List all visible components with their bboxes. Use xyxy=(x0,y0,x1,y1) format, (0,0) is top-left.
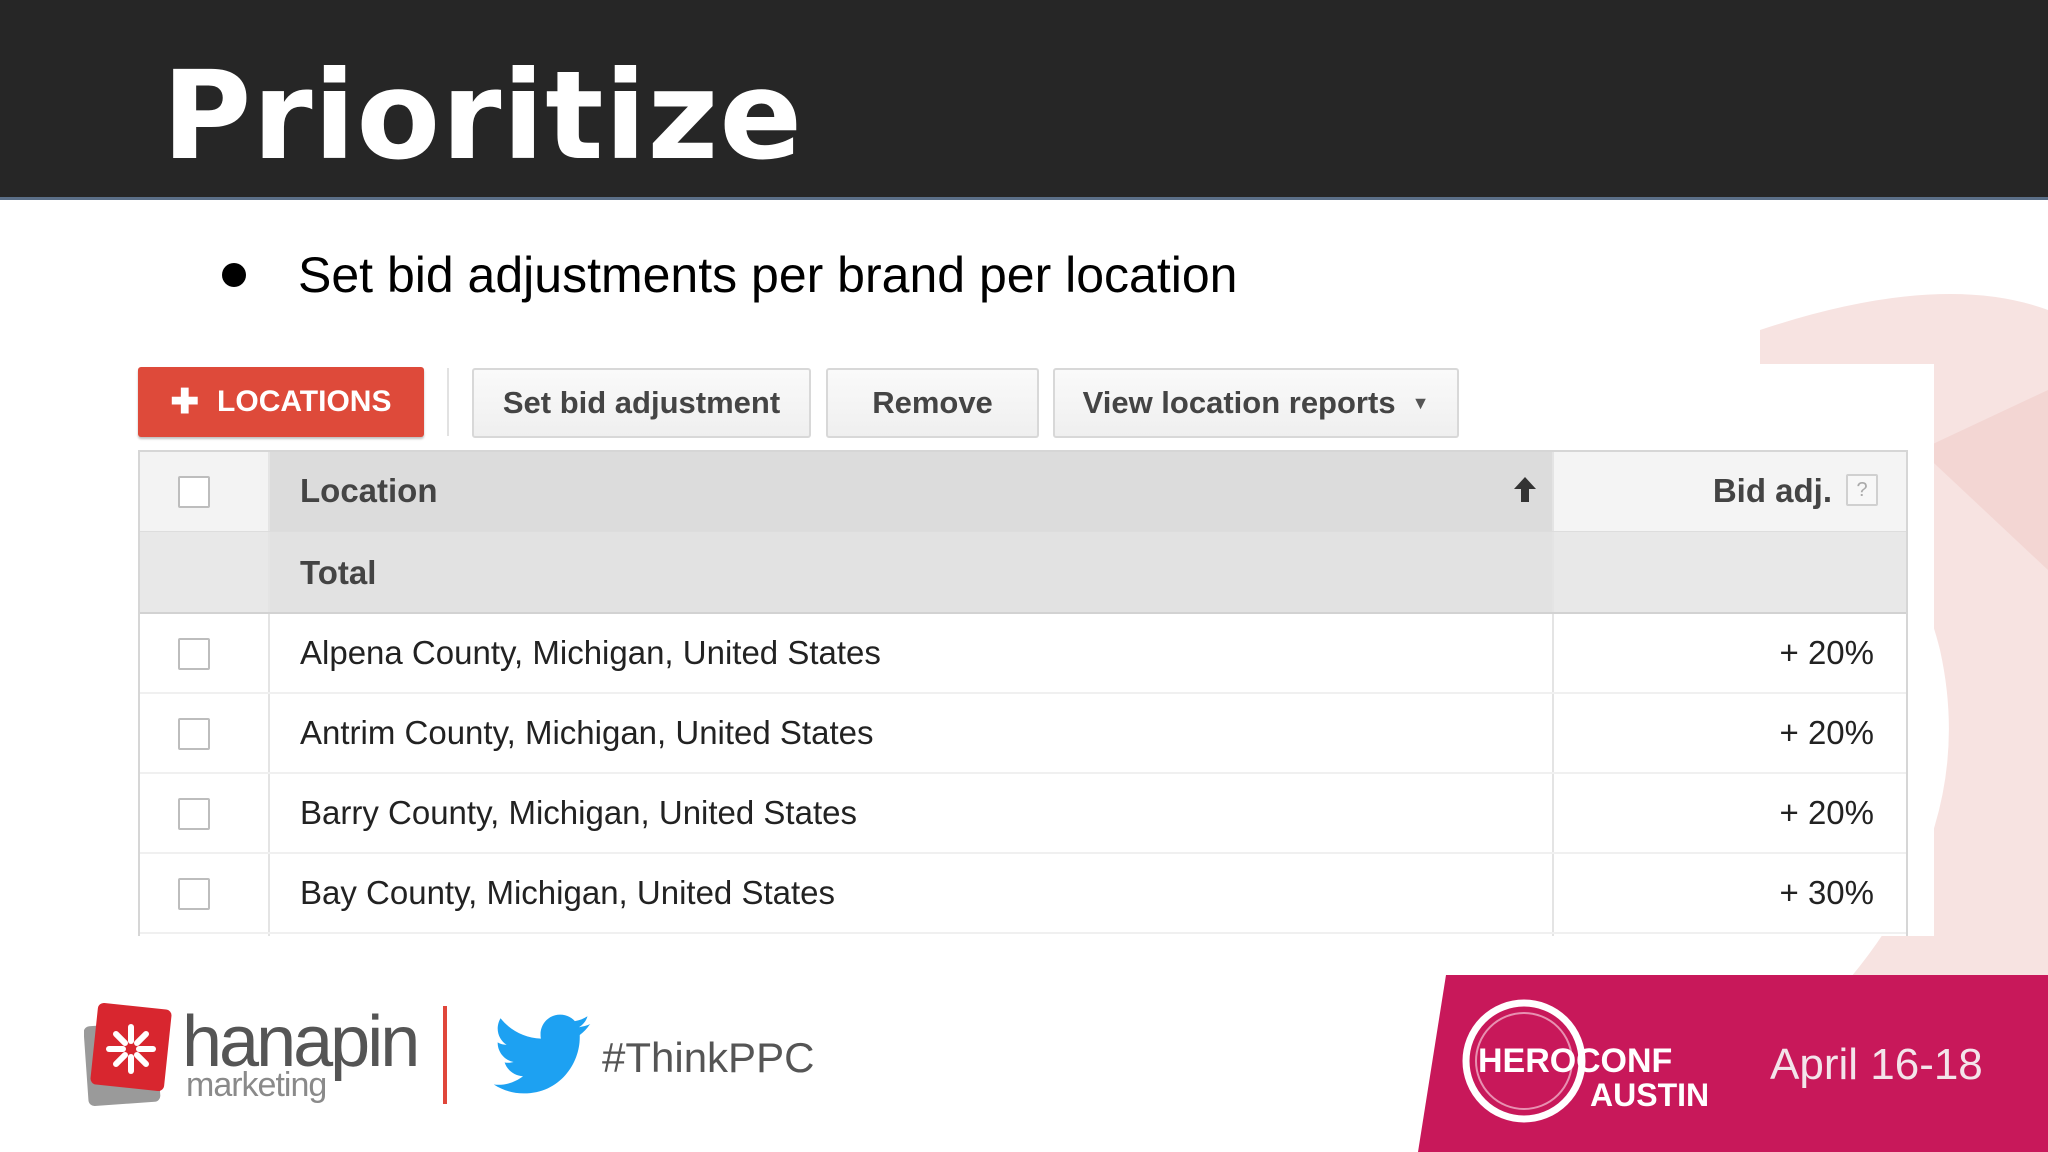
row-checkbox[interactable] xyxy=(178,718,210,750)
arrow-up-icon[interactable] xyxy=(1512,474,1538,504)
hanapin-logo-icon xyxy=(84,1002,172,1107)
logo-text-conf: CONF xyxy=(1576,1042,1672,1080)
plus-icon: ✚ xyxy=(170,383,200,421)
table-row: Barry County, Michigan, United States + … xyxy=(140,774,1906,854)
location-text: Alpena County, Michigan, United States xyxy=(300,634,881,671)
location-column-header[interactable]: Location xyxy=(268,452,1552,531)
location-cell: Barry County, Michigan, United States xyxy=(268,774,1552,852)
set-bid-adjustment-label: Set bid adjustment xyxy=(502,385,781,420)
hashtag-text: #ThinkPPC xyxy=(602,1034,815,1081)
conference-dates: April 16-18 xyxy=(1770,1040,1983,1089)
add-locations-button[interactable]: ✚ LOCATIONS xyxy=(138,367,424,437)
bid-adj-cell[interactable]: + 20% xyxy=(1552,774,1906,852)
bid-adj-value: + 20% xyxy=(1779,714,1875,751)
location-text: Barry County, Michigan, United States xyxy=(300,794,857,831)
bullet-text: Set bid adjustments per brand per locati… xyxy=(298,247,1238,303)
remove-label: Remove xyxy=(872,385,993,420)
total-label: Total xyxy=(300,554,377,591)
bid-adj-cell xyxy=(1552,934,1906,936)
location-cell: Bay County, Michigan, United States xyxy=(268,854,1552,932)
footer-divider xyxy=(443,1006,447,1104)
total-location-cell: Total xyxy=(268,532,1552,612)
slide-title: Prioritize xyxy=(162,45,804,187)
location-column-label: Location xyxy=(300,472,438,509)
location-text: Bay County, Michigan, United States xyxy=(300,874,835,911)
table-row: Antrim County, Michigan, United States +… xyxy=(140,694,1906,774)
remove-button[interactable]: Remove xyxy=(826,368,1039,438)
view-location-reports-dropdown[interactable]: View location reports ▼ xyxy=(1053,368,1459,438)
twitter-bird-icon xyxy=(494,1014,591,1094)
total-checkbox-cell xyxy=(140,532,268,612)
bullet-dot xyxy=(222,263,246,287)
location-cell: Antrim County, Michigan, United States xyxy=(268,694,1552,772)
table-row: Alpena County, Michigan, United States +… xyxy=(140,614,1906,694)
caret-down-icon: ▼ xyxy=(1411,392,1430,413)
row-checkbox[interactable] xyxy=(178,798,210,830)
add-locations-label: LOCATIONS xyxy=(217,385,392,418)
row-checkbox-cell xyxy=(140,774,268,852)
row-checkbox-cell xyxy=(140,854,268,932)
table-total-row: Total xyxy=(140,532,1906,614)
bid-adj-value: + 20% xyxy=(1779,634,1875,671)
select-all-checkbox[interactable] xyxy=(178,476,210,508)
row-checkbox[interactable] xyxy=(178,638,210,670)
set-bid-adjustment-button[interactable]: Set bid adjustment xyxy=(472,368,811,438)
help-icon[interactable]: ? xyxy=(1846,474,1878,506)
location-text: Antrim County, Michigan, United States xyxy=(300,714,874,751)
logo-text-city: AUSTIN xyxy=(1590,1077,1709,1113)
toolbar-divider xyxy=(447,368,449,436)
heroconf-austin-logo: HERO CONF AUSTIN xyxy=(1462,999,1709,1123)
bid-adj-value: + 30% xyxy=(1779,874,1875,911)
bid-adj-cell[interactable]: + 20% xyxy=(1552,694,1906,772)
view-location-reports-label: View location reports xyxy=(1082,385,1396,420)
table-header-row: Location Bid adj. ? xyxy=(140,450,1906,532)
bid-adj-column-label: Bid adj. xyxy=(1712,472,1832,509)
table-row: Bay County, Michigan, United States + 30… xyxy=(140,854,1906,934)
bid-adj-column-header[interactable]: Bid adj. ? xyxy=(1552,452,1906,531)
bid-adj-value: + 20% xyxy=(1779,794,1875,831)
hanapin-subtext: marketing xyxy=(186,1066,327,1104)
locations-table: Location Bid adj. ? Total Alpena County,… xyxy=(138,450,1908,936)
bid-adj-cell[interactable]: + 30% xyxy=(1552,854,1906,932)
header-checkbox-cell xyxy=(140,452,268,531)
total-bid-cell xyxy=(1552,532,1906,612)
location-cell xyxy=(268,934,1552,936)
table-row-partial xyxy=(140,934,1906,936)
logo-text-hero: HERO xyxy=(1478,1042,1576,1080)
row-checkbox-cell xyxy=(140,614,268,692)
location-cell: Alpena County, Michigan, United States xyxy=(268,614,1552,692)
row-checkbox[interactable] xyxy=(178,878,210,910)
row-checkbox-cell xyxy=(140,694,268,772)
bid-adj-cell[interactable]: + 20% xyxy=(1552,614,1906,692)
row-checkbox-cell xyxy=(140,934,268,936)
